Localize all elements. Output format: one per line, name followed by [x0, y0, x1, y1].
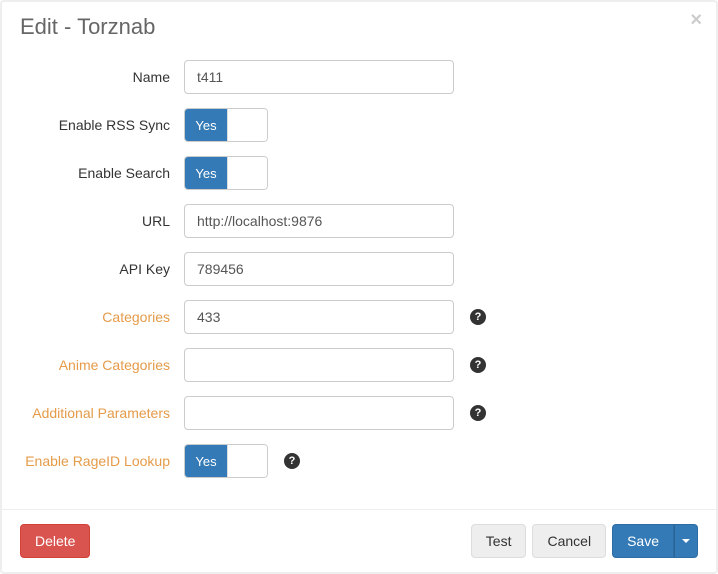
- enable-rss-toggle[interactable]: Yes: [184, 108, 268, 142]
- toggle-yes-label: Yes: [185, 109, 227, 141]
- name-input[interactable]: [184, 60, 454, 94]
- field-name: Name: [20, 60, 698, 94]
- label-name: Name: [20, 69, 184, 85]
- modal-footer: Delete Test Cancel Save: [2, 509, 716, 572]
- toggle-yes-label: Yes: [185, 445, 227, 477]
- save-button[interactable]: Save: [612, 524, 674, 558]
- toggle-handle: [227, 445, 267, 477]
- label-api-key: API Key: [20, 261, 184, 277]
- label-enable-search: Enable Search: [20, 165, 184, 181]
- field-api-key: API Key: [20, 252, 698, 286]
- save-dropdown-button[interactable]: [674, 524, 698, 558]
- label-enable-rss: Enable RSS Sync: [20, 117, 184, 133]
- label-enable-rageid: Enable RageID Lookup: [20, 453, 184, 469]
- field-enable-search: Enable Search Yes: [20, 156, 698, 190]
- test-button[interactable]: Test: [471, 524, 527, 558]
- close-icon[interactable]: ×: [690, 10, 702, 30]
- toggle-handle: [227, 157, 267, 189]
- modal-header: Edit - Torznab ×: [2, 2, 716, 50]
- field-enable-rss: Enable RSS Sync Yes: [20, 108, 698, 142]
- field-url: URL: [20, 204, 698, 238]
- label-categories: Categories: [20, 309, 184, 325]
- help-icon[interactable]: ?: [470, 405, 486, 421]
- enable-rageid-toggle[interactable]: Yes: [184, 444, 268, 478]
- label-anime-categories: Anime Categories: [20, 357, 184, 373]
- delete-button[interactable]: Delete: [20, 524, 90, 558]
- toggle-handle: [227, 109, 267, 141]
- field-anime-categories: Anime Categories ?: [20, 348, 698, 382]
- additional-parameters-input[interactable]: [184, 396, 454, 430]
- edit-indexer-modal: Edit - Torznab × Name Enable RSS Sync Ye…: [0, 0, 718, 574]
- modal-body: Name Enable RSS Sync Yes Enable Search Y…: [2, 50, 716, 509]
- help-icon[interactable]: ?: [284, 453, 300, 469]
- chevron-down-icon: [682, 539, 690, 543]
- field-categories: Categories ?: [20, 300, 698, 334]
- api-key-input[interactable]: [184, 252, 454, 286]
- url-input[interactable]: [184, 204, 454, 238]
- toggle-yes-label: Yes: [185, 157, 227, 189]
- field-additional-parameters: Additional Parameters ?: [20, 396, 698, 430]
- enable-search-toggle[interactable]: Yes: [184, 156, 268, 190]
- cancel-button[interactable]: Cancel: [532, 524, 606, 558]
- save-button-group: Save: [612, 524, 698, 558]
- anime-categories-input[interactable]: [184, 348, 454, 382]
- field-enable-rageid: Enable RageID Lookup Yes ?: [20, 444, 698, 478]
- categories-input[interactable]: [184, 300, 454, 334]
- label-url: URL: [20, 213, 184, 229]
- label-additional-parameters: Additional Parameters: [20, 405, 184, 421]
- modal-title: Edit - Torznab: [20, 14, 698, 40]
- help-icon[interactable]: ?: [470, 357, 486, 373]
- help-icon[interactable]: ?: [470, 309, 486, 325]
